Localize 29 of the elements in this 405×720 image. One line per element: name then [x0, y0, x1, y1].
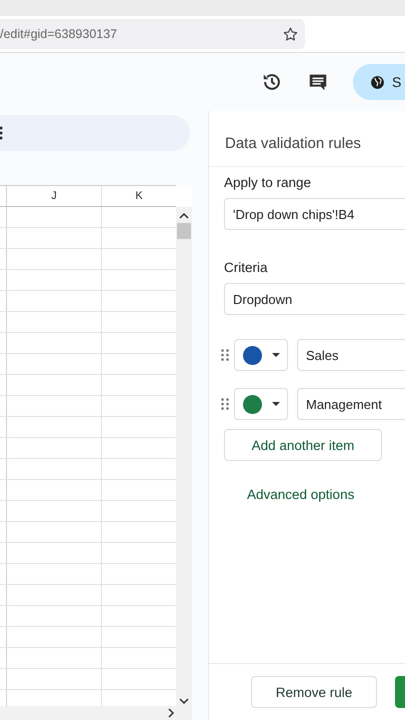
drag-handle-icon[interactable]	[221, 349, 229, 361]
range-field[interactable]: 'Drop down chips'!B4	[224, 198, 405, 230]
scroll-up-icon[interactable]	[179, 213, 189, 219]
scroll-right-icon[interactable]	[168, 708, 174, 718]
color-picker[interactable]	[234, 339, 288, 371]
item-field[interactable]: Sales	[297, 339, 405, 371]
criteria-dropdown[interactable]: Dropdown	[224, 283, 405, 315]
scrollbar[interactable]	[0, 706, 192, 720]
drag-handle-icon[interactable]	[221, 398, 229, 410]
column-header[interactable]: K	[102, 186, 176, 206]
add-item-button[interactable]: Add another item	[224, 429, 382, 461]
caret-icon	[272, 402, 280, 406]
color-picker[interactable]	[234, 388, 288, 420]
field-label: Apply to range	[224, 175, 312, 190]
address-bar[interactable]: /edit#gid=638930137	[0, 19, 305, 49]
field-label: Criteria	[224, 260, 268, 275]
star-icon[interactable]	[282, 26, 299, 42]
globe-icon	[369, 74, 386, 90]
advanced-options-link[interactable]: Advanced options	[247, 487, 354, 502]
item-field[interactable]: Management	[297, 388, 405, 420]
panel-title: Data validation rules	[209, 111, 405, 167]
history-icon[interactable]	[261, 71, 283, 93]
remove-rule-button[interactable]: Remove rule	[251, 676, 377, 708]
share-button[interactable]: S	[353, 64, 405, 100]
caret-icon	[272, 353, 280, 357]
scroll-down-icon[interactable]	[179, 698, 189, 704]
column-header[interactable]: J	[7, 186, 102, 206]
scrollbar[interactable]	[176, 207, 192, 706]
scroll-thumb[interactable]	[177, 223, 191, 239]
